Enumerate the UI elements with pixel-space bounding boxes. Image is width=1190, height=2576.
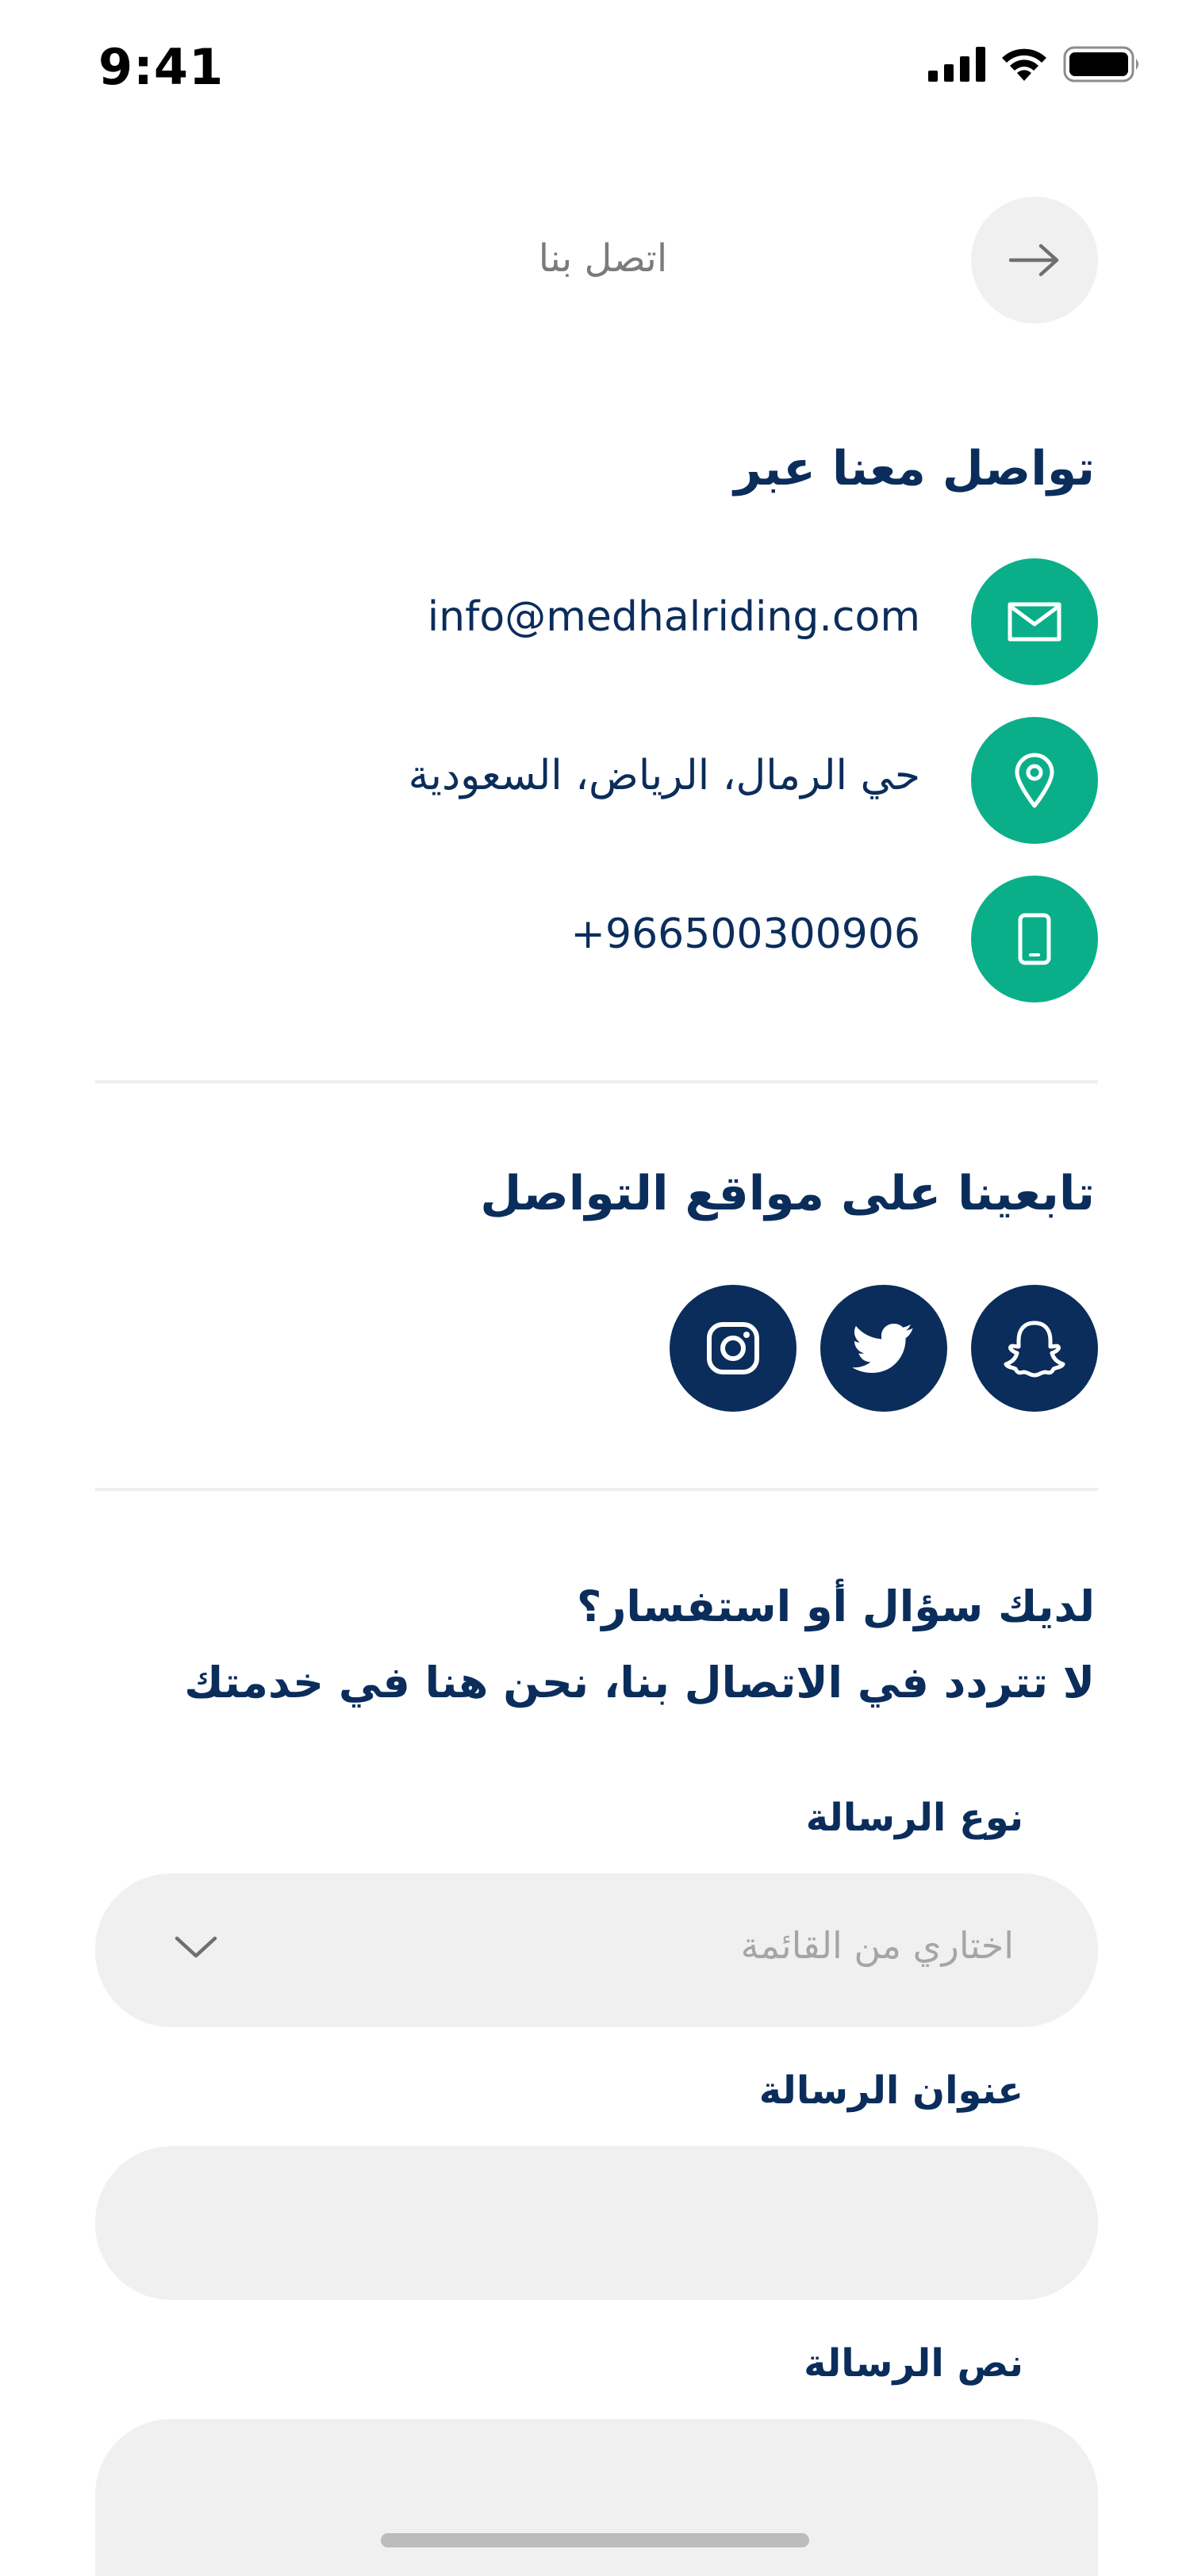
phone-row[interactable]: +966500300906 [95, 876, 1098, 1002]
wifi-icon [1002, 48, 1046, 81]
address-row[interactable]: حي الرمال، الرياض، السعودية [95, 717, 1098, 844]
social-heading: تابعينا على مواقع التواصل [480, 1166, 1095, 1221]
message-type-placeholder: اختاري من القائمة [740, 1924, 1014, 1967]
message-type-select[interactable]: اختاري من القائمة [95, 1873, 1098, 2027]
instagram-icon [707, 1322, 759, 1374]
mobile-phone-icon [1018, 913, 1051, 965]
twitter-button[interactable] [820, 1285, 947, 1412]
phone-text: +966500300906 [570, 910, 920, 958]
snapchat-icon [1004, 1321, 1065, 1378]
message-subject-label: عنوان الرسالة [758, 2068, 1023, 2113]
cellular-signal-icon [928, 47, 985, 82]
home-indicator[interactable] [381, 2533, 809, 2547]
phone-icon-circle [971, 876, 1098, 1002]
message-type-label: نوع الرسالة [805, 1796, 1023, 1840]
form-intro-message: لا تتردد في الاتصال بنا، نحن هنا في خدمت… [184, 1658, 1095, 1708]
status-bar: 9:41 [0, 0, 1190, 135]
address-text: حي الرمال، الرياض، السعودية [408, 752, 920, 799]
instagram-button[interactable] [670, 1285, 797, 1412]
snapchat-button[interactable] [971, 1285, 1098, 1412]
status-icons [928, 46, 1141, 82]
divider [95, 1080, 1098, 1083]
message-body-label: نص الرسالة [804, 2341, 1023, 2386]
contact-heading: تواصل معنا عبر [734, 441, 1095, 496]
email-icon-circle [971, 558, 1098, 685]
chevron-down-icon [175, 1936, 217, 1958]
message-subject-input[interactable] [95, 2146, 1098, 2300]
battery-icon [1063, 46, 1138, 82]
email-row[interactable]: info@medhalriding.com [95, 558, 1098, 685]
page-title: اتصل بنا [538, 236, 668, 281]
mail-icon [1008, 602, 1061, 642]
email-text: info@medhalriding.com [427, 593, 920, 641]
location-pin-icon [1015, 753, 1054, 808]
form-intro-question: لديك سؤال أو استفسار؟ [577, 1581, 1095, 1631]
address-icon-circle [971, 717, 1098, 844]
back-button[interactable] [971, 197, 1098, 324]
arrow-right-icon [1009, 243, 1059, 277]
divider [95, 1488, 1098, 1491]
status-time: 9:41 [98, 38, 225, 96]
message-body-textarea[interactable] [95, 2419, 1098, 2576]
twitter-icon [853, 1323, 913, 1374]
